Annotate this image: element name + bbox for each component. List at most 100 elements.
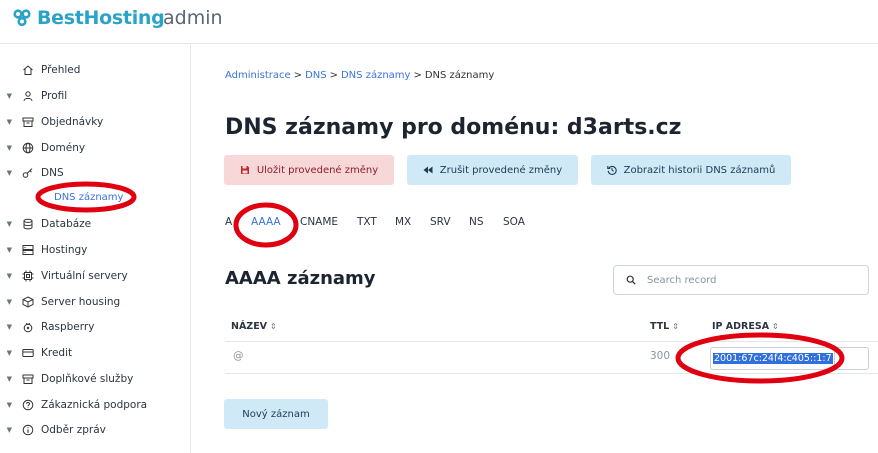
breadcrumb-current: DNS záznamy xyxy=(424,70,495,81)
chevron-down-icon: ▼ xyxy=(6,220,12,228)
sidebar-item-objednavky[interactable]: ▼ Objednávky xyxy=(0,110,190,134)
tab-a[interactable]: A xyxy=(225,216,232,228)
breadcrumb-link-dns[interactable]: DNS xyxy=(305,70,327,81)
raspberry-icon xyxy=(21,320,35,334)
save-changes-button[interactable]: Uložit provedené změny xyxy=(224,155,394,185)
ip-address-value: 2001:67c:24f4:c405::1:7 xyxy=(713,353,833,364)
search-icon xyxy=(626,275,636,285)
sidebar-item-virtualni-servery[interactable]: ▼ Virtuální servery xyxy=(0,264,190,288)
chevron-down-icon: ▼ xyxy=(6,92,12,100)
sidebar-item-raspberry[interactable]: ▼ Raspberry xyxy=(0,315,190,339)
sidebar-item-zakaznicka-podpora[interactable]: ▼ Zákaznická podpora xyxy=(0,393,190,417)
sidebar-item-dns[interactable]: ▼ DNS xyxy=(0,161,190,185)
new-record-button[interactable]: Nový záznam xyxy=(224,399,328,429)
page-title: DNS záznamy pro doménu: d3arts.cz xyxy=(225,115,682,140)
sidebar-item-label: Přehled xyxy=(41,64,81,76)
info-circle-icon xyxy=(21,423,35,437)
brand-name[interactable]: BestHosting xyxy=(37,7,165,29)
column-header-ip[interactable]: IP ADRESA ⇕ xyxy=(712,321,779,332)
sidebar-item-kredit[interactable]: ▼ Kredit xyxy=(0,341,190,365)
record-name: @ xyxy=(233,350,244,362)
tab-ns[interactable]: NS xyxy=(469,216,484,228)
chevron-down-icon: ▼ xyxy=(6,298,12,306)
sidebar-item-label: Raspberry xyxy=(41,321,95,333)
sidebar-subitem-dns-zaznamy[interactable]: DNS záznamy xyxy=(54,192,123,203)
sidebar-item-doplnkove-sluzby[interactable]: ▼ Doplňkové služby xyxy=(0,367,190,391)
sidebar-item-odber-zprav[interactable]: ▼ Odběr zpráv xyxy=(0,418,190,442)
globe-icon xyxy=(21,141,35,155)
sidebar: Přehled ▼ Profil ▼ Objednávky ▼ Domény ▼… xyxy=(0,45,191,453)
breadcrumb: Administrace > DNS > DNS záznamy > DNS záznamy xyxy=(225,70,494,81)
database-icon xyxy=(21,217,35,231)
breadcrumb-separator: > xyxy=(413,70,422,81)
row-action-button[interactable] xyxy=(835,347,869,370)
sort-icon: ⇕ xyxy=(672,322,679,331)
sidebar-item-label: Zákaznická podpora xyxy=(41,399,148,411)
tab-aaaa[interactable]: AAAA xyxy=(251,216,281,228)
tab-mx[interactable]: MX xyxy=(395,216,411,228)
column-header-name[interactable]: NÁZEV ⇕ xyxy=(231,321,277,332)
tab-txt[interactable]: TXT xyxy=(357,216,377,228)
ip-address-input[interactable]: 2001:67c:24f4:c405::1:7 xyxy=(710,347,835,370)
save-changes-label: Uložit provedené změny xyxy=(256,164,379,176)
sidebar-item-databaze[interactable]: ▼ Databáze xyxy=(0,212,190,236)
cpu-icon xyxy=(21,269,35,283)
breadcrumb-link-dns-zaznamy[interactable]: DNS záznamy xyxy=(341,70,410,81)
chevron-down-icon: ▼ xyxy=(6,349,12,357)
sidebar-item-label: Server housing xyxy=(41,296,121,308)
sidebar-item-domeny[interactable]: ▼ Domény xyxy=(0,136,190,160)
search-input[interactable] xyxy=(647,274,847,286)
show-history-button[interactable]: Zobrazit historii DNS záznamů xyxy=(591,155,791,185)
cancel-changes-button[interactable]: Zrušit provedené změny xyxy=(407,155,578,185)
chevron-down-icon: ▼ xyxy=(6,375,12,383)
chevron-down-icon: ▼ xyxy=(6,426,12,434)
archive-icon xyxy=(21,115,35,129)
chevron-down-icon: ▼ xyxy=(6,144,12,152)
sidebar-item-label: Odběr zpráv xyxy=(41,424,106,436)
sidebar-item-label: Doplňkové služby xyxy=(41,373,134,385)
chevron-down-icon: ▼ xyxy=(6,118,12,126)
user-icon xyxy=(21,89,35,103)
save-icon xyxy=(240,166,249,174)
sidebar-item-label: Domény xyxy=(41,142,86,154)
breadcrumb-link-administrace[interactable]: Administrace xyxy=(225,70,291,81)
credit-card-icon xyxy=(21,346,35,360)
rewind-icon xyxy=(423,166,433,174)
record-ttl: 300 xyxy=(650,350,671,362)
cancel-changes-label: Zrušit provedené změny xyxy=(439,164,563,176)
help-circle-icon xyxy=(21,398,35,412)
sidebar-item-label: Objednávky xyxy=(41,116,104,128)
section-title: AAAA záznamy xyxy=(225,268,376,289)
server-icon xyxy=(21,243,35,257)
breadcrumb-separator: > xyxy=(329,70,338,81)
sidebar-item-prehled[interactable]: Přehled xyxy=(0,58,190,82)
column-header-ttl[interactable]: TTL ⇕ xyxy=(650,321,679,332)
tab-cname[interactable]: CNAME xyxy=(300,216,338,228)
chevron-down-icon: ▼ xyxy=(6,272,12,280)
chevron-down-icon: ▼ xyxy=(6,401,12,409)
sidebar-item-server-housing[interactable]: ▼ Server housing xyxy=(0,290,190,314)
tab-srv[interactable]: SRV xyxy=(430,216,451,228)
top-bar: BestHosting admin xyxy=(0,0,878,44)
chevron-down-icon: ▼ xyxy=(6,169,12,177)
new-record-label: Nový záznam xyxy=(242,408,310,420)
chevron-down-icon: ▼ xyxy=(6,246,12,254)
sidebar-item-label: DNS xyxy=(41,167,64,179)
history-icon xyxy=(606,165,617,175)
sort-icon: ⇕ xyxy=(772,322,779,331)
sidebar-item-hostingy[interactable]: ▼ Hostingy xyxy=(0,238,190,262)
sidebar-item-label: Hostingy xyxy=(41,244,88,256)
sidebar-item-label: Databáze xyxy=(41,218,92,230)
key-icon xyxy=(21,166,35,180)
logo-icon xyxy=(13,9,31,27)
table-header: NÁZEV ⇕ TTL ⇕ IP ADRESA ⇕ xyxy=(225,314,878,342)
sidebar-item-label: Profil xyxy=(41,90,68,102)
tab-soa[interactable]: SOA xyxy=(503,216,525,228)
sidebar-item-label: Virtuální servery xyxy=(41,270,128,282)
table-row: @ 300 2001:67c:24f4:c405::1:7 xyxy=(225,342,878,374)
box-icon xyxy=(21,295,35,309)
sidebar-item-profil[interactable]: ▼ Profil xyxy=(0,84,190,108)
sort-icon: ⇕ xyxy=(270,322,277,331)
search-box[interactable] xyxy=(613,265,869,295)
breadcrumb-separator: > xyxy=(293,70,303,81)
